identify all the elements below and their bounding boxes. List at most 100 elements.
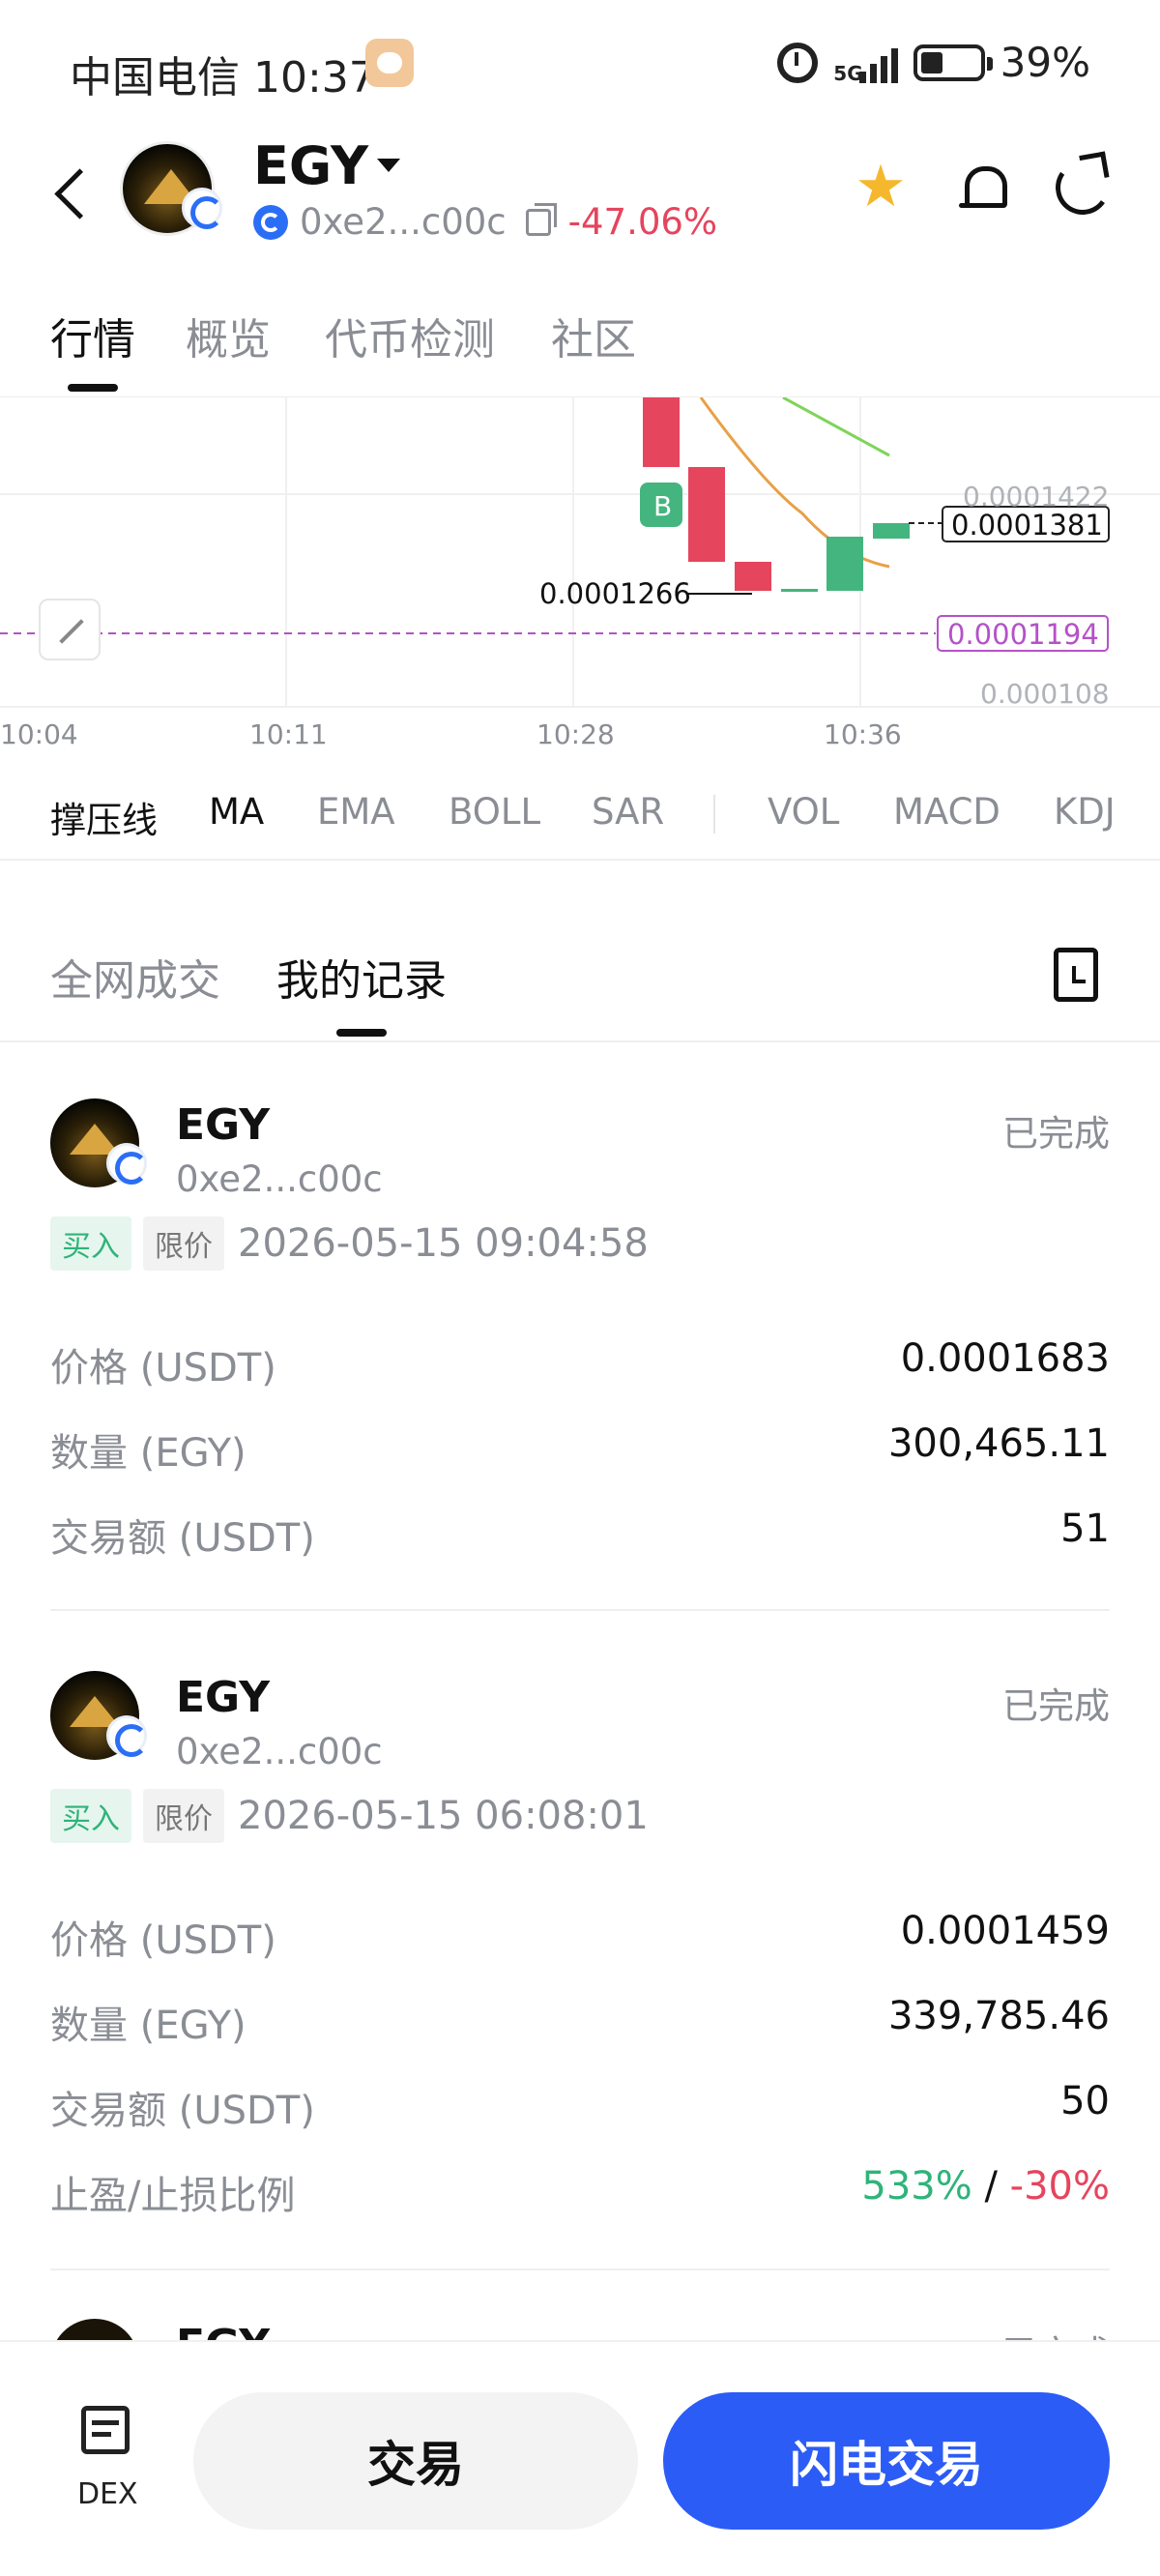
- expand-chart-icon[interactable]: [39, 599, 101, 660]
- indicator-sar[interactable]: SAR: [592, 791, 664, 833]
- record-row: 价格 (USDT) 0.0001683: [50, 1336, 1110, 1394]
- tab-all-trades[interactable]: 全网成交: [50, 946, 220, 1008]
- row-value: 0.0001459: [900, 1909, 1110, 1953]
- back-icon[interactable]: [48, 162, 97, 230]
- support-resistance-toggle[interactable]: 撑压线: [50, 791, 158, 843]
- indicator-boll[interactable]: BOLL: [449, 791, 540, 833]
- record-status: 已完成: [1002, 1685, 1110, 1727]
- y-tick-label: 0.0001422: [963, 481, 1110, 512]
- row-value: 300,465.11: [887, 1421, 1110, 1466]
- flash-trade-button[interactable]: 闪电交易: [663, 2392, 1110, 2530]
- trade-record-peek: EGY 已完成: [0, 2319, 1160, 2342]
- dex-icon[interactable]: [81, 2406, 130, 2454]
- row-label: 价格 (USDT): [50, 1918, 276, 1963]
- order-type-tag: 限价: [143, 1789, 224, 1843]
- candle: [873, 523, 910, 539]
- row-value: 0.0001683: [900, 1336, 1110, 1381]
- indicator-kdj[interactable]: KDJ: [1054, 791, 1116, 833]
- record-row: 价格 (USDT) 0.0001459: [50, 1909, 1110, 1967]
- tp-sl-separator: /: [984, 2164, 998, 2209]
- row-label: 止盈/止损比例: [50, 2174, 296, 2218]
- row-label: 价格 (USDT): [50, 1346, 276, 1390]
- token-name[interactable]: EGY: [253, 135, 368, 196]
- candle: [826, 537, 863, 591]
- row-value: 51: [1060, 1507, 1110, 1551]
- tab-underline: [336, 1029, 387, 1037]
- record-tags: 买入 限价 2026-05-15 06:08:01: [50, 1789, 649, 1843]
- tab-community[interactable]: 社区: [551, 305, 636, 366]
- price-chart[interactable]: B 0.0001266 0.0001381 0.0001194 0.000142…: [0, 396, 1160, 764]
- alarm-icon: [777, 42, 819, 83]
- main-tabs: 行情 概览 代币检测 社区: [0, 295, 1160, 401]
- record-row: 交易额 (USDT) 50: [50, 2079, 1110, 2137]
- status-bar: 中国电信 10:37 5G 39%: [0, 0, 1160, 140]
- indicator-ma[interactable]: MA: [209, 791, 264, 833]
- row-value: 533% / -30%: [861, 2164, 1110, 2209]
- tab-underline: [68, 384, 118, 392]
- record-row: 交易额 (USDT) 51: [50, 1507, 1110, 1565]
- record-divider: [50, 2269, 1110, 2270]
- record-divider: [50, 1609, 1110, 1611]
- candle: [735, 562, 771, 591]
- tab-overview[interactable]: 概览: [186, 305, 271, 366]
- trade-record: EGY 0xe2...c00c 已完成 买入 限价 2026-05-15 09:…: [50, 1098, 1110, 1611]
- current-price-label: 0.0001381: [951, 509, 1103, 542]
- token-header: EGY 0xe2...c00c -47.06% ★: [0, 135, 1160, 271]
- chain-badge-icon: [106, 1715, 148, 1757]
- row-label: 交易额 (USDT): [50, 2089, 315, 2133]
- row-label: 数量 (EGY): [50, 2004, 246, 2048]
- record-address: 0xe2...c00c: [176, 1158, 383, 1200]
- record-token: EGY: [176, 1100, 271, 1150]
- token-address: 0xe2...c00c: [300, 201, 507, 243]
- token-avatar: [50, 2319, 139, 2342]
- x-tick-label: 10:28: [536, 718, 615, 750]
- signal-icon: 5G: [833, 43, 898, 83]
- indicator-separator: [713, 795, 715, 834]
- trade-record: EGY 0xe2...c00c 已完成 买入 限价 2026-05-15 06:…: [50, 1671, 1110, 2270]
- candle: [643, 397, 680, 467]
- token-switch-caret-icon[interactable]: [377, 159, 400, 172]
- stop-loss-value: -30%: [1009, 2164, 1110, 2209]
- row-label: 交易额 (USDT): [50, 1516, 315, 1561]
- tab-my-records[interactable]: 我的记录: [276, 946, 447, 1008]
- carrier-time: 中国电信 10:37: [70, 53, 376, 102]
- price-change: -47.06%: [567, 201, 718, 243]
- token-address-row: 0xe2...c00c -47.06%: [253, 201, 717, 243]
- order-type-tag: 限价: [143, 1216, 224, 1271]
- bell-icon[interactable]: [955, 159, 1009, 217]
- row-label: 数量 (EGY): [50, 1431, 246, 1476]
- record-token: EGY: [176, 1673, 271, 1722]
- favorite-star-icon[interactable]: ★: [851, 157, 911, 217]
- share-icon[interactable]: [1051, 156, 1115, 220]
- copy-icon[interactable]: [525, 202, 557, 236]
- tab-market[interactable]: 行情: [50, 305, 135, 366]
- battery-level: 39%: [1000, 39, 1090, 86]
- record-status: 已完成: [1002, 1113, 1110, 1155]
- dex-label[interactable]: DEX: [77, 2477, 138, 2511]
- chain-icon: [253, 204, 288, 240]
- x-tick-label: 10:36: [824, 718, 902, 750]
- record-time: 2026-05-15 06:08:01: [238, 1794, 649, 1838]
- ma-line-long: [782, 397, 890, 457]
- status-right: 5G 39%: [777, 39, 1090, 86]
- record-address: 0xe2...c00c: [176, 1731, 383, 1772]
- side-tag: 买入: [50, 1789, 131, 1843]
- chain-badge-icon: [182, 188, 223, 229]
- trade-button[interactable]: 交易: [193, 2392, 638, 2530]
- take-profit-value: 533%: [861, 2164, 972, 2209]
- indicator-macd[interactable]: MACD: [893, 791, 1000, 833]
- low-price-label: 0.0001266: [539, 577, 691, 610]
- x-tick-label: 10:11: [249, 718, 328, 750]
- side-tag: 买入: [50, 1216, 131, 1271]
- tab-token-check[interactable]: 代币检测: [325, 305, 495, 366]
- app-notification-icon: [365, 39, 414, 87]
- indicator-ema[interactable]: EMA: [317, 791, 395, 833]
- chain-badge-icon: [106, 1143, 148, 1185]
- record-token: EGY: [176, 2321, 270, 2342]
- record-time: 2026-05-15 09:04:58: [238, 1221, 649, 1266]
- order-history-icon[interactable]: [1054, 948, 1098, 1002]
- indicator-bar: 撑压线 MA EMA BOLL SAR VOL MACD KDJ: [0, 774, 1160, 861]
- record-row-tp-sl: 止盈/止损比例 533% / -30%: [50, 2164, 1110, 2222]
- indicator-vol[interactable]: VOL: [768, 791, 839, 833]
- candle: [781, 589, 818, 592]
